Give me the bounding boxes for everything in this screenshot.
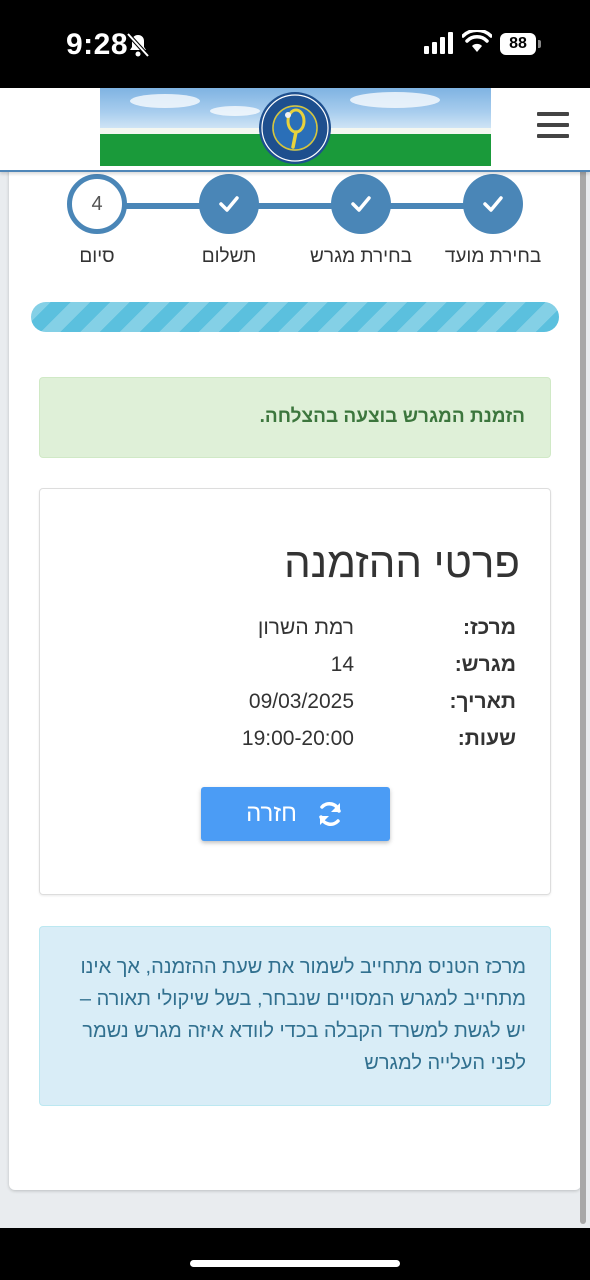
signal-icon <box>424 32 453 54</box>
hamburger-menu-button[interactable] <box>537 112 569 142</box>
detail-row-center: מרכז: רמת השרון <box>76 616 516 646</box>
header-banner[interactable] <box>100 88 491 166</box>
return-button-label: חזרה <box>246 800 297 827</box>
home-indicator[interactable] <box>190 1260 400 1267</box>
home-bar <box>0 1228 590 1280</box>
status-time: 9:28 <box>66 28 129 61</box>
booking-details-card: פרטי ההזמנה מרכז: רמת השרון מגרש: 14 תאר… <box>39 488 551 895</box>
step-label-finish: סיום <box>79 246 115 267</box>
battery-icon: 88 <box>500 33 542 55</box>
detail-label: שעות: <box>457 727 516 750</box>
detail-label: מרכז: <box>462 616 516 639</box>
detail-label: תאריך: <box>449 690 516 713</box>
detail-value: 09/03/2025 <box>248 690 354 713</box>
step-label-court: בחירת מגרש <box>310 246 412 267</box>
detail-row-date: תאריך: 09/03/2025 <box>76 690 516 720</box>
detail-value: 14 <box>330 653 354 676</box>
wifi-icon <box>462 30 492 52</box>
detail-value: רמת השרון <box>257 616 354 639</box>
detail-row-hours: שעות: 19:00-20:00 <box>76 727 516 757</box>
progress-bar <box>31 302 559 332</box>
info-alert: מרכז הטניס מתחייב לשמור את שעת ההזמנה, א… <box>39 926 551 1106</box>
bell-slash-icon <box>126 32 150 58</box>
detail-label: מגרש: <box>454 653 516 676</box>
detail-row-court: מגרש: 14 <box>76 653 516 683</box>
battery-level: 88 <box>500 33 536 55</box>
site-header <box>0 88 590 172</box>
step-1-checkmark-icon[interactable] <box>463 174 523 234</box>
tennis-racket-logo <box>259 92 331 164</box>
stepper-line <box>97 203 493 209</box>
success-alert: הזמנת המגרש בוצעה בהצלחה. <box>39 377 551 458</box>
booking-stepper: 4 בחירת מועד בחירת מגרש תשלום סיום <box>9 170 581 280</box>
details-title: פרטי ההזמנה <box>284 539 520 586</box>
step-4-current[interactable]: 4 <box>67 174 127 234</box>
step-2-checkmark-icon[interactable] <box>331 174 391 234</box>
return-button[interactable]: חזרה <box>201 787 390 841</box>
refresh-icon <box>319 802 341 826</box>
status-bar: 9:28 88 <box>0 0 590 88</box>
page-content: 4 בחירת מועד בחירת מגרש תשלום סיום הזמנת… <box>9 170 581 1190</box>
step-label-payment: תשלום <box>201 246 257 267</box>
step-label-date: בחירת מועד <box>444 246 542 267</box>
detail-value: 19:00-20:00 <box>241 727 354 750</box>
step-3-checkmark-icon[interactable] <box>199 174 259 234</box>
page-scrollbar[interactable] <box>580 130 586 1224</box>
